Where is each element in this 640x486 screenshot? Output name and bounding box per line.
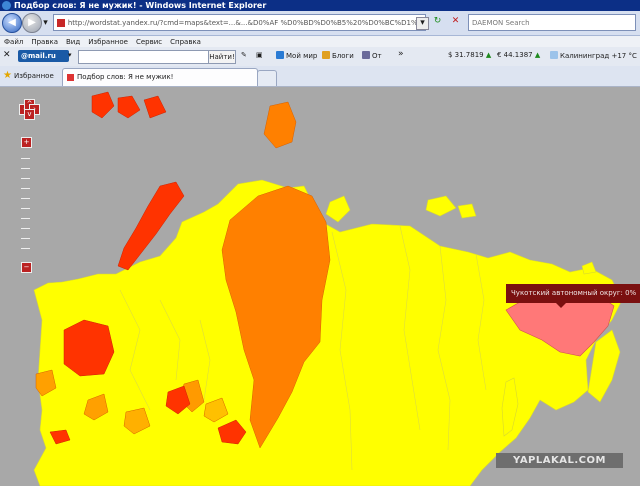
zoom-tick[interactable] <box>21 168 30 169</box>
tab-title: Подбор слов: Я не мужик! <box>77 73 174 81</box>
url-text: http://wordstat.yandex.ru/?cmd=maps&text… <box>67 18 425 27</box>
window-titlebar: Подбор слов: Я не мужик! - Windows Inter… <box>0 0 640 11</box>
window-title: Подбор слов: Я не мужик! - Windows Inter… <box>14 1 267 10</box>
zoom-tick[interactable] <box>21 198 30 199</box>
mailru-logo[interactable]: @mail.ru <box>18 50 69 62</box>
tab-active[interactable]: Подбор слов: Я не мужик! <box>62 68 258 86</box>
favorites-star-icon[interactable]: ★ <box>3 70 12 81</box>
up-arrow-icon: ▲ <box>534 51 541 59</box>
zoom-out-button[interactable]: − <box>21 262 32 273</box>
mailru-toolbar: ✕ @mail.ru ▾ Найти! ✎ ▣ Мой мир Блоги От… <box>0 47 640 67</box>
zoom-tick[interactable] <box>21 188 30 189</box>
zoom-tick[interactable] <box>21 208 30 209</box>
back-icon[interactable]: ◀ <box>2 13 22 33</box>
up-arrow-icon: ▲ <box>485 51 492 59</box>
tab-favicon-icon <box>67 74 74 81</box>
menu-bar: Файл Правка Вид Избранное Сервис Справка <box>0 36 640 47</box>
menu-view[interactable]: Вид <box>66 38 80 46</box>
zoom-tick[interactable] <box>21 228 30 229</box>
page-icon[interactable]: ▣ <box>256 51 263 59</box>
url-field[interactable]: http://wordstat.yandex.ru/?cmd=maps&text… <box>53 14 426 31</box>
weather-widget[interactable]: Калининград +17 °C <box>550 51 637 60</box>
find-button[interactable]: Найти! <box>208 50 236 64</box>
new-tab-button[interactable] <box>257 70 277 86</box>
edit-pen-icon[interactable]: ✎ <box>241 51 247 59</box>
weather-cloud-icon <box>550 51 558 59</box>
favorites-label[interactable]: Избранное <box>14 72 54 80</box>
search-placeholder: DAEMON Search <box>472 18 530 27</box>
blogs-icon <box>322 51 330 59</box>
other-icon <box>362 51 370 59</box>
zoom-tick[interactable] <box>21 178 30 179</box>
zoom-tick[interactable] <box>21 218 30 219</box>
address-toolbar: ◀ ▶ ▾ http://wordstat.yandex.ru/?cmd=map… <box>0 11 640 36</box>
watermark: YAPLAKAL.COM <box>496 453 623 468</box>
toolbar-grip-icon: ✕ <box>3 50 11 60</box>
toolbar-search-input[interactable] <box>78 50 210 64</box>
toolbar-other[interactable]: От <box>362 51 382 60</box>
zoom-tick[interactable] <box>21 248 30 249</box>
moimir-icon <box>276 51 284 59</box>
zoom-in-button[interactable]: + <box>21 137 32 148</box>
favorites-bar: ★ Избранное Подбор слов: Я не мужик! <box>0 66 640 87</box>
history-dropdown-icon[interactable]: ▾ <box>40 18 51 29</box>
url-dropdown-icon[interactable]: ▾ <box>416 17 429 30</box>
zoom-tick[interactable] <box>21 158 30 159</box>
region-tooltip: Чукотский автономный округ: 0% <box>506 284 640 308</box>
ie-logo-icon <box>2 1 11 10</box>
search-field[interactable]: DAEMON Search <box>468 14 636 31</box>
eur-rate: € 44.1387 ▲ <box>497 51 541 59</box>
menu-help[interactable]: Справка <box>170 38 201 46</box>
menu-file[interactable]: Файл <box>4 38 23 46</box>
toolbar-more-chevron-icon[interactable]: » <box>398 49 404 59</box>
toolbar-moimir[interactable]: Мой мир <box>276 51 317 60</box>
forward-icon[interactable]: ▶ <box>22 13 42 33</box>
toolbar-blogs[interactable]: Блоги <box>322 51 354 60</box>
page-favicon-icon <box>57 18 65 27</box>
stop-icon[interactable]: ✕ <box>450 16 461 27</box>
zoom-tick[interactable] <box>21 238 30 239</box>
usd-rate: $ 31.7819 ▲ <box>448 51 492 59</box>
menu-edit[interactable]: Правка <box>31 38 58 46</box>
refresh-icon[interactable]: ↻ <box>432 16 443 27</box>
map-region-arkhangelsk[interactable] <box>63 319 115 377</box>
pan-down-icon[interactable]: v <box>24 109 35 120</box>
menu-tools[interactable]: Сервис <box>136 38 162 46</box>
menu-favorites[interactable]: Избранное <box>88 38 128 46</box>
brand-dropdown-icon[interactable]: ▾ <box>68 51 72 59</box>
